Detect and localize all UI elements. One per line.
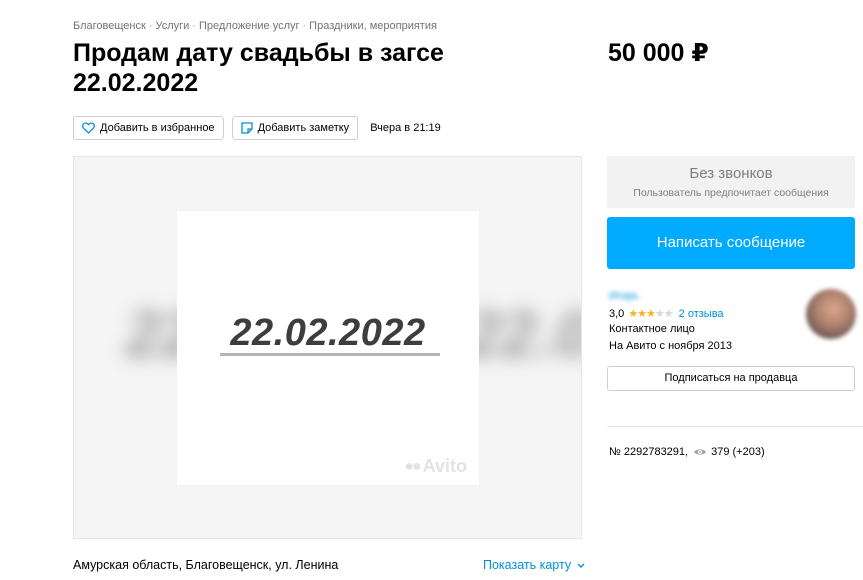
no-calls-title: Без звонков [689, 165, 773, 182]
listing-address: Амурская область, Благовещенск, ул. Лени… [73, 558, 339, 572]
breadcrumb-separator: · [148, 20, 153, 32]
breadcrumb-separator: · [302, 20, 307, 32]
main-photo[interactable]: 22.02.2022 ●● Avito [177, 211, 479, 485]
breadcrumb: Благовещенск · Услуги · Предложение услуг · Пр… [73, 20, 437, 32]
star-icon: ★ [646, 308, 656, 320]
photo-underline [220, 353, 440, 356]
breadcrumb-separator: · [192, 20, 196, 32]
no-calls-notice: Без звонков Пользователь предпочитает со… [607, 156, 855, 208]
breadcrumb-services[interactable]: Услуги [155, 20, 189, 32]
photo-gallery[interactable]: 22.02.2022 22.02.2022 22.02.2022 ●● Avit… [73, 156, 582, 539]
rating-value: 3,0 [609, 307, 625, 320]
star-icon: ★ [663, 308, 674, 320]
show-map-link[interactable]: Показать карту [483, 558, 585, 572]
star-icon: ★ [628, 308, 638, 320]
no-calls-subtitle: Пользователь предпочитает сообщения [633, 187, 829, 199]
gallery-blur-right: 22.02.2022 [466, 298, 581, 370]
star-icon: ★ [637, 308, 647, 320]
seller-avatar[interactable] [806, 289, 856, 339]
published-date: Вчера в 21:19 [370, 122, 441, 134]
listing-price: 50 000 ₽ [608, 39, 709, 67]
listing-number: № 2292783291, [609, 446, 689, 458]
seller-rating: 3,0 ★★★★★ 2 отзыва [609, 307, 724, 321]
photo-date-text: 22.02.2022 [230, 312, 426, 354]
show-map-label: Показать карту [483, 558, 572, 572]
rating-stars: ★★★★★ [628, 307, 674, 320]
add-note-button[interactable]: Добавить заметку [231, 116, 359, 140]
add-favorite-label: Добавить в избранное [100, 122, 215, 134]
listing-actions: Добавить в избранное Добавить заметку Вч… [73, 116, 441, 140]
note-icon [240, 122, 253, 134]
views-count: 379 (+203) [711, 446, 765, 458]
watermark-text: Avito [422, 456, 467, 476]
heart-icon [82, 122, 95, 134]
seller-role: Контактное лицо [609, 323, 695, 335]
write-message-button[interactable]: Написать сообщение [607, 217, 855, 269]
seller-since: На Авито с ноября 2013 [609, 340, 733, 352]
reviews-link[interactable]: 2 отзыва [679, 308, 724, 320]
listing-title: Продам дату свадьбы в загсе 22.02.2022 [73, 39, 444, 97]
avito-logo-icon: ●● [404, 457, 421, 475]
add-favorite-button[interactable]: Добавить в избранное [73, 116, 224, 140]
listing-meta: № 2292783291, 379 (+203) [609, 446, 765, 458]
divider [607, 426, 863, 427]
breadcrumb-holidays[interactable]: Праздники, мероприятия [309, 20, 437, 32]
eye-icon [694, 449, 707, 455]
breadcrumb-city[interactable]: Благовещенск [73, 20, 146, 32]
subscribe-seller-button[interactable]: Подписаться на продавца [607, 366, 855, 391]
star-icon: ★ [654, 308, 665, 320]
avito-watermark: ●● Avito [404, 456, 467, 477]
breadcrumb-offer[interactable]: Предложение услуг [199, 20, 300, 32]
seller-name-link[interactable]: Игорь [609, 290, 639, 302]
chevron-down-icon [577, 563, 585, 568]
add-note-label: Добавить заметку [257, 122, 350, 134]
